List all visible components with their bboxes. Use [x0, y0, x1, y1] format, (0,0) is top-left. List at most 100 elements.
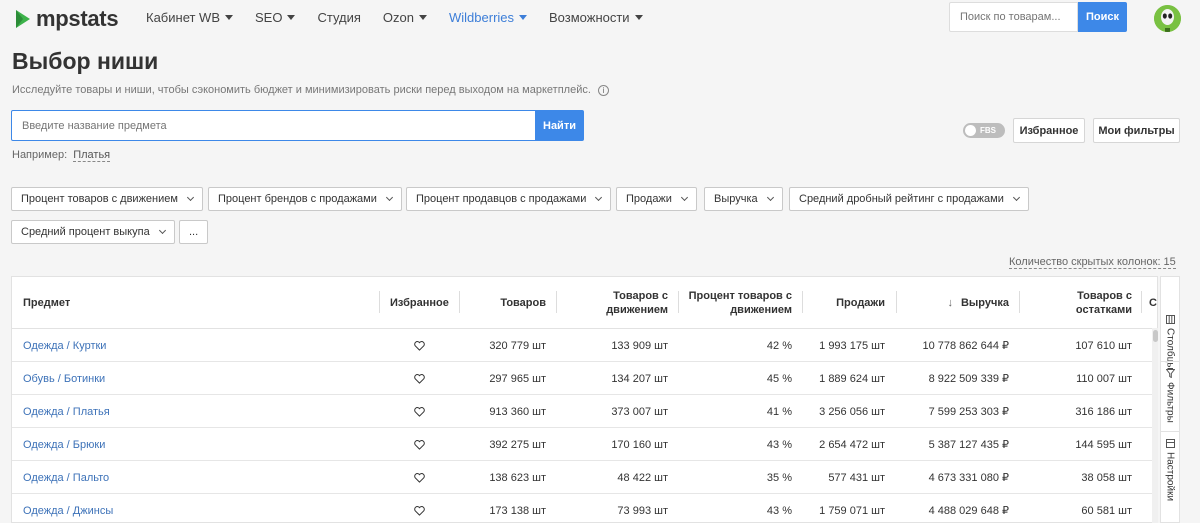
fbs-label: FBS: [980, 126, 996, 135]
cell-sales: 2 654 472 шт: [819, 438, 885, 451]
column-header-products-stock[interactable]: Товаров с остатками: [1052, 277, 1132, 329]
cell-revenue: 10 778 862 644 ₽: [922, 340, 1009, 352]
cell-products-moving: 73 993 шт: [617, 504, 668, 517]
chevron-down-icon: [186, 193, 194, 202]
nav-item-label: Кабинет WB: [146, 10, 220, 25]
example-label: Например:: [12, 149, 68, 161]
side-tab-settings[interactable]: Настройки: [1161, 439, 1179, 501]
more-filters-button[interactable]: ...: [179, 220, 209, 244]
nav-item-ozon[interactable]: Ozon: [383, 10, 427, 25]
nav-item-label: SEO: [255, 10, 283, 25]
search-button[interactable]: Поиск: [1078, 2, 1127, 32]
filter-chip-label: Средний процент выкупа: [21, 226, 150, 238]
table-row[interactable]: Одежда / Джинсы 173 138 шт 73 993 шт 43 % 1 …: [12, 494, 1157, 522]
nav-item-studio[interactable]: Студия: [317, 10, 360, 25]
side-divider: [1161, 431, 1179, 432]
scrollbar-thumb[interactable]: [1153, 330, 1158, 342]
example-link[interactable]: Платья: [73, 149, 111, 162]
cell-products: 297 965 шт: [489, 372, 546, 385]
hidden-columns-count[interactable]: Количество скрытых колонок: 15: [1009, 256, 1176, 269]
filter-chip-label: Процент продавцов с продажами: [416, 193, 587, 205]
cell-pct-moving: 43 %: [766, 438, 792, 451]
cell-products: 173 138 шт: [489, 504, 546, 517]
nav-item-seo[interactable]: SEO: [255, 10, 296, 25]
favorite-toggle[interactable]: [414, 461, 428, 494]
cell-pct-moving: 35 %: [766, 471, 792, 484]
info-icon[interactable]: i: [597, 84, 609, 96]
chevron-down-icon: [1012, 193, 1020, 202]
side-divider: [1161, 361, 1179, 362]
settings-icon: [1165, 439, 1175, 448]
find-button[interactable]: Найти: [535, 110, 584, 141]
more-label: ...: [189, 226, 199, 238]
favorite-toggle[interactable]: [414, 428, 428, 461]
column-header-products-moving[interactable]: Товаров с движением: [582, 277, 668, 329]
favorite-toggle[interactable]: [414, 494, 428, 522]
table-row[interactable]: Одежда / Пальто 138 623 шт 48 422 шт 35 % 57…: [12, 461, 1157, 494]
favorite-toggle[interactable]: [414, 329, 428, 362]
filter-chip-label: Средний дробный рейтинг с продажами: [799, 193, 1004, 205]
table-row[interactable]: Обувь / Ботинки 297 965 шт 134 207 шт 45 % 1…: [12, 362, 1157, 395]
toggle-knob: [965, 125, 976, 136]
cell-subject[interactable]: Одежда / Брюки: [23, 428, 323, 461]
cell-products-moving: 133 909 шт: [611, 339, 668, 352]
table-row[interactable]: Одежда / Платья 913 360 шт 373 007 шт 41 % 3…: [12, 395, 1157, 428]
table-row[interactable]: Одежда / Брюки 392 275 шт 170 160 шт 43 % 2 …: [12, 428, 1157, 461]
filter-chip-pct-brands-sales[interactable]: Процент брендов с продажами: [208, 187, 402, 211]
filter-chip-revenue[interactable]: Выручка: [704, 187, 783, 211]
nav-item-cabinet-wb[interactable]: Кабинет WB: [146, 10, 233, 25]
filter-chip-avg-buyout[interactable]: Средний процент выкупа: [11, 220, 175, 244]
column-header-truncated[interactable]: Су: [1149, 277, 1157, 329]
filter-icon: [1165, 369, 1175, 378]
favorites-button[interactable]: Избранное: [1013, 118, 1085, 143]
fbs-toggle[interactable]: FBS: [963, 123, 1005, 138]
cell-products-moving: 170 160 шт: [611, 438, 668, 451]
cell-sales: 1 889 624 шт: [819, 372, 885, 385]
filter-chip-sales[interactable]: Продажи: [616, 187, 697, 211]
logo-text: mpstats: [36, 6, 119, 31]
my-filters-button[interactable]: Мои фильтры: [1093, 118, 1180, 143]
cell-pct-moving: 41 %: [766, 405, 792, 418]
column-header-revenue[interactable]: ↓ Выручка: [917, 277, 1009, 329]
caret-down-icon: [519, 15, 528, 20]
filter-chip-pct-sellers-sales[interactable]: Процент продавцов с продажами: [406, 187, 612, 211]
table-scrollbar[interactable]: [1152, 328, 1158, 523]
side-tab-filters[interactable]: Фильтры: [1161, 369, 1179, 423]
column-divider: [802, 291, 803, 313]
cell-subject[interactable]: Обувь / Ботинки: [23, 362, 323, 395]
side-tab-label: Фильтры: [1164, 382, 1176, 423]
cell-pct-moving: 43 %: [766, 504, 792, 517]
favorite-toggle[interactable]: [414, 362, 428, 395]
column-header-products[interactable]: Товаров: [462, 277, 546, 329]
cell-subject[interactable]: Одежда / Пальто: [23, 461, 323, 494]
niche-table: Предмет Избранное Товаров Товаров с движ…: [11, 276, 1158, 523]
favorite-toggle[interactable]: [414, 395, 428, 428]
cell-subject[interactable]: Одежда / Куртки: [23, 329, 323, 362]
cell-revenue: 4 488 029 648 ₽: [928, 505, 1009, 517]
column-header-sales[interactable]: Продажи: [807, 277, 885, 329]
cell-products-stock: 107 610 шт: [1075, 339, 1132, 352]
nav-item-features[interactable]: Возможности: [549, 10, 643, 25]
nav-item-wildberries[interactable]: Wildberries: [449, 10, 528, 25]
column-header-pct-moving[interactable]: Процент товаров с движением: [686, 277, 792, 329]
product-search-input[interactable]: [949, 2, 1078, 32]
cell-revenue: 8 922 509 339 ₽: [928, 373, 1009, 385]
heart-icon: [414, 472, 425, 483]
avatar[interactable]: [1154, 5, 1181, 32]
cell-subject[interactable]: Одежда / Платья: [23, 395, 323, 428]
chevron-down-icon: [766, 193, 774, 202]
table-row[interactable]: Одежда / Куртки 320 779 шт 133 909 шт 42 % 1…: [12, 329, 1157, 362]
heart-icon: [414, 406, 425, 417]
filter-chip-avg-rating[interactable]: Средний дробный рейтинг с продажами: [789, 187, 1029, 211]
subject-search-input[interactable]: [11, 110, 536, 141]
column-header-subject[interactable]: Предмет: [23, 277, 183, 329]
cell-subject[interactable]: Одежда / Джинсы: [23, 494, 323, 522]
filter-chip-label: Продажи: [626, 193, 672, 205]
column-divider: [678, 291, 679, 313]
nav-item-label: Wildberries: [449, 10, 515, 25]
logo[interactable]: mpstats: [14, 6, 119, 32]
filter-chip-pct-products-moving[interactable]: Процент товаров с движением: [11, 187, 203, 211]
column-divider: [1141, 291, 1142, 313]
column-header-favorite[interactable]: Избранное: [390, 277, 455, 329]
cell-revenue: 7 599 253 303 ₽: [928, 406, 1009, 418]
